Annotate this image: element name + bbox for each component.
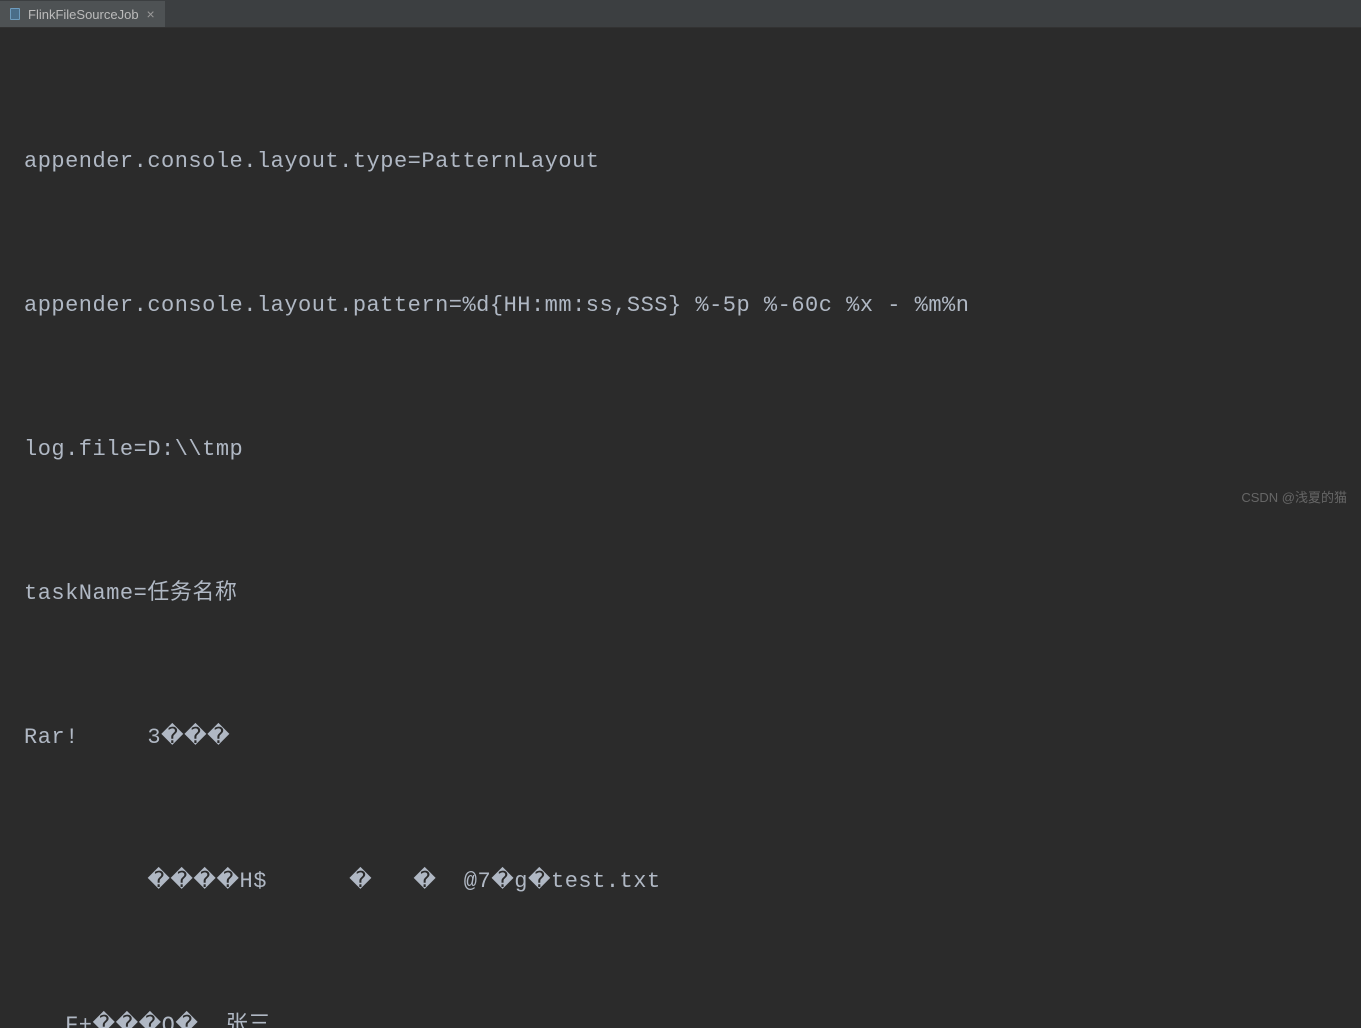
code-line: Rar! 3��� bbox=[24, 714, 1361, 762]
code-line: log.file=D:\\tmp bbox=[24, 426, 1361, 474]
tab-label: FlinkFileSourceJob bbox=[28, 7, 139, 22]
close-icon[interactable]: × bbox=[145, 6, 157, 22]
editor-content[interactable]: appender.console.layout.type=PatternLayo… bbox=[0, 28, 1361, 1028]
tab-bar: FlinkFileSourceJob × bbox=[0, 0, 1361, 28]
file-icon bbox=[8, 7, 22, 21]
code-line: ����H$ � � @7�g�test.txt bbox=[24, 858, 1361, 906]
code-line: taskName=任务名称 bbox=[24, 570, 1361, 618]
code-line: F+���Q� 张三 bbox=[24, 1002, 1361, 1028]
code-line: appender.console.layout.pattern=%d{HH:mm… bbox=[24, 282, 1361, 330]
watermark: CSDN @浅夏的猫 bbox=[1241, 487, 1347, 506]
tab-flinkfilesourcejob[interactable]: FlinkFileSourceJob × bbox=[0, 1, 165, 27]
code-line: appender.console.layout.type=PatternLayo… bbox=[24, 138, 1361, 186]
